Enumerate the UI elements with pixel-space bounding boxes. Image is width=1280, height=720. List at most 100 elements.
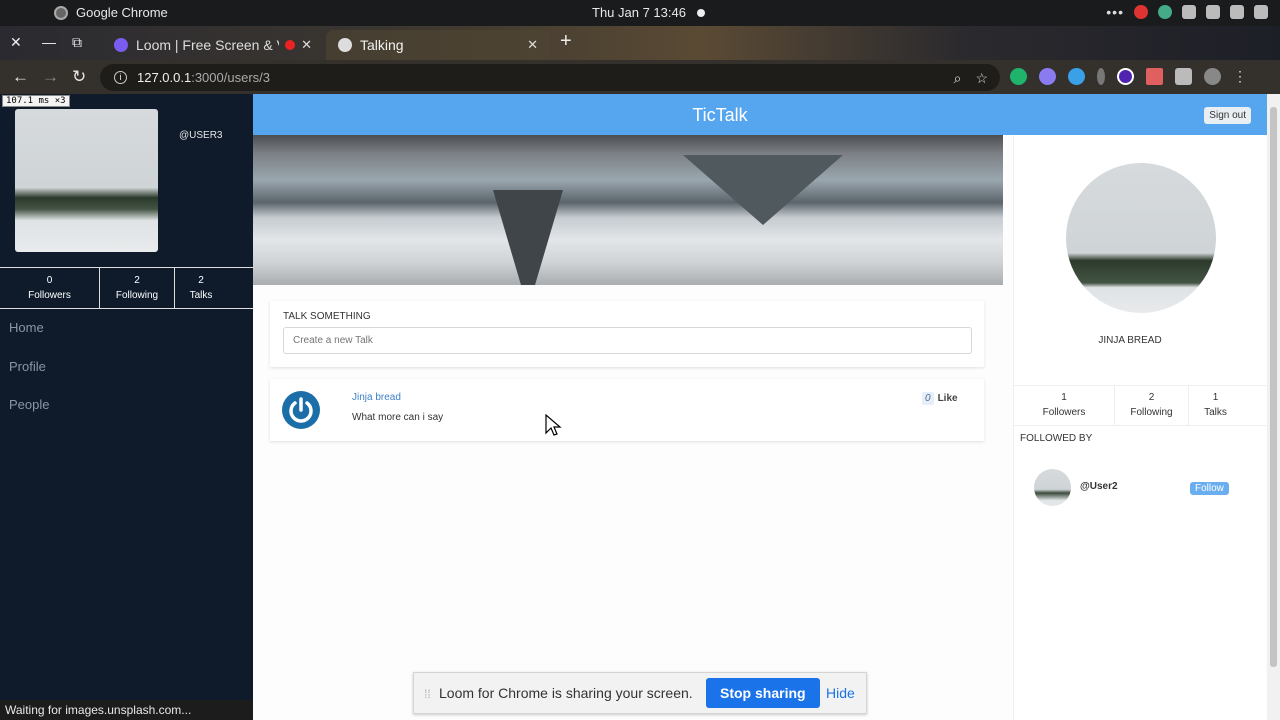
stat-number: 0 xyxy=(46,275,53,286)
talk-form: TALK SOMETHING xyxy=(270,301,984,367)
restore-window-icon[interactable]: ⧉ xyxy=(72,34,82,51)
profile-panel: JINJA BREAD 1 Followers 2 Following 1 Ta… xyxy=(1013,135,1266,720)
close-tab-icon[interactable]: ✕ xyxy=(527,37,538,53)
stat-talks[interactable]: 2 Talks xyxy=(175,268,227,308)
like-button[interactable]: Like xyxy=(938,393,958,404)
user-stats: 0 Followers 2 Following 2 Talks xyxy=(0,267,253,309)
screen-share-bar: ⁞⁞ Loom for Chrome is sharing your scree… xyxy=(413,672,867,714)
profile-stats: 1 Followers 2 Following 1 Talks xyxy=(1014,385,1266,426)
stat-number: 1 xyxy=(1212,392,1219,403)
cover-hill xyxy=(493,190,563,285)
system-tray: ••• xyxy=(1106,4,1268,20)
menu-kebab-icon[interactable]: ⋮ xyxy=(1233,68,1247,85)
stat-number: 2 xyxy=(1148,392,1155,403)
nav-profile[interactable]: Profile xyxy=(9,359,49,398)
extension-purple-icon[interactable] xyxy=(1039,68,1056,85)
app-header: TicTalk Sign out xyxy=(253,94,1267,135)
drag-handle-icon[interactable]: ⁞⁞ xyxy=(424,687,431,701)
like-control[interactable]: 0 Like xyxy=(922,392,958,405)
follower-handle[interactable]: @User2 xyxy=(1080,481,1118,492)
post-author[interactable]: Jinja bread xyxy=(352,392,401,403)
stat-talks[interactable]: 1 Talks xyxy=(1189,386,1242,425)
clock[interactable]: Thu Jan 7 13:46 xyxy=(592,5,686,20)
chrome-tray-icon[interactable] xyxy=(1158,5,1172,19)
extension-blue-icon[interactable] xyxy=(1068,68,1085,85)
reload-icon[interactable]: ↻ xyxy=(72,67,86,87)
talk-input[interactable] xyxy=(283,327,972,354)
bookmark-star-icon[interactable]: ☆ xyxy=(975,70,988,87)
zoom-icon[interactable]: ⌕ xyxy=(954,70,962,87)
microphone-icon[interactable] xyxy=(1230,5,1244,19)
volume-icon[interactable] xyxy=(1206,5,1220,19)
record-icon[interactable] xyxy=(1134,5,1148,19)
chrome-icon xyxy=(54,5,68,20)
new-tab-button[interactable]: + xyxy=(560,30,572,53)
side-nav: Home Profile People xyxy=(9,320,49,436)
os-top-bar: Google Chrome Thu Jan 7 13:46 ••• xyxy=(0,0,1280,26)
stat-following[interactable]: 2 Following xyxy=(100,268,175,308)
tab-loom[interactable]: Loom | Free Screen & Video Recording ✕ xyxy=(102,30,324,60)
minimize-window-icon[interactable]: — xyxy=(42,34,56,50)
stat-followers[interactable]: 0 Followers xyxy=(0,268,100,308)
stat-label: Followers xyxy=(1042,407,1086,418)
notification-dot-icon xyxy=(697,9,705,17)
app-title[interactable]: TicTalk xyxy=(253,105,1187,126)
hide-button[interactable]: Hide xyxy=(826,685,855,701)
stat-label: Talks xyxy=(189,290,213,301)
network-icon[interactable] xyxy=(1182,5,1196,19)
talk-form-label: TALK SOMETHING xyxy=(283,311,371,322)
nav-home[interactable]: Home xyxy=(9,320,49,359)
extensions: ⋮ xyxy=(1010,68,1247,85)
talk-post: Jinja bread What more can i say 0 Like xyxy=(270,379,984,441)
toolbar: ← → ↻ i 127.0.0.1:3000/users/3 ⌕ ☆ ⋮ xyxy=(0,60,1280,94)
stop-sharing-button[interactable]: Stop sharing xyxy=(706,678,820,708)
user-avatar xyxy=(15,109,158,252)
loom-favicon-icon xyxy=(114,38,128,52)
share-message: Loom for Chrome is sharing your screen. xyxy=(439,685,693,701)
user-handle: @USER3 xyxy=(179,130,223,141)
post-author-avatar[interactable] xyxy=(282,391,320,429)
stat-followers[interactable]: 1 Followers xyxy=(1014,386,1115,425)
info-icon[interactable]: i xyxy=(114,71,127,84)
grammarly-icon[interactable] xyxy=(1010,68,1027,85)
stat-label: Following xyxy=(1130,407,1173,418)
stat-following[interactable]: 2 Following xyxy=(1115,386,1189,425)
follower-item: @User2 Follow xyxy=(1034,469,1244,507)
like-count: 0 xyxy=(922,392,934,405)
puzzle-icon[interactable] xyxy=(1175,68,1192,85)
power-icon xyxy=(285,394,317,426)
close-window-icon[interactable]: ✕ xyxy=(10,34,22,51)
profile-avatar-icon[interactable] xyxy=(1204,68,1221,85)
tab-title: Talking xyxy=(360,37,404,53)
page-scrollbar[interactable] xyxy=(1267,94,1280,720)
follow-button[interactable]: Follow xyxy=(1190,482,1229,495)
stat-label: Talks xyxy=(1204,407,1227,418)
extension-red-icon[interactable] xyxy=(1146,68,1163,85)
address-bar[interactable]: i 127.0.0.1:3000/users/3 ⌕ ☆ xyxy=(100,64,1000,91)
close-tab-icon[interactable]: ✕ xyxy=(301,37,312,53)
stat-number: 2 xyxy=(198,275,204,286)
overflow-icon[interactable]: ••• xyxy=(1106,4,1124,20)
back-icon[interactable]: ← xyxy=(12,67,29,87)
scrollbar-thumb[interactable] xyxy=(1270,107,1277,667)
active-app[interactable]: Google Chrome xyxy=(54,5,168,20)
cover-hill xyxy=(683,155,843,225)
url-host: 127.0.0.1 xyxy=(137,70,192,85)
forward-icon[interactable]: → xyxy=(42,67,59,87)
nav-people[interactable]: People xyxy=(9,397,49,436)
followed-by-heading: FOLLOWED BY xyxy=(1020,433,1093,444)
globe-favicon-icon xyxy=(338,38,352,52)
stat-label: Followers xyxy=(28,290,71,301)
stat-number: 2 xyxy=(134,275,140,286)
extension-hex-icon[interactable] xyxy=(1117,68,1134,85)
follower-avatar[interactable] xyxy=(1034,469,1071,506)
browser-status-bar: Waiting for images.unsplash.com... xyxy=(0,700,253,720)
cover-image xyxy=(253,135,1003,285)
battery-icon[interactable] xyxy=(1254,5,1268,19)
extension-grey-icon[interactable] xyxy=(1097,68,1105,85)
tab-talking[interactable]: Talking ✕ xyxy=(326,30,550,60)
stat-label: Following xyxy=(115,290,159,301)
sign-out-button[interactable]: Sign out xyxy=(1204,107,1251,124)
perf-badge: 107.1 ms ×3 xyxy=(2,95,70,107)
page-viewport: 107.1 ms ×3 @USER3 0 Followers 2 Followi… xyxy=(0,94,1280,720)
